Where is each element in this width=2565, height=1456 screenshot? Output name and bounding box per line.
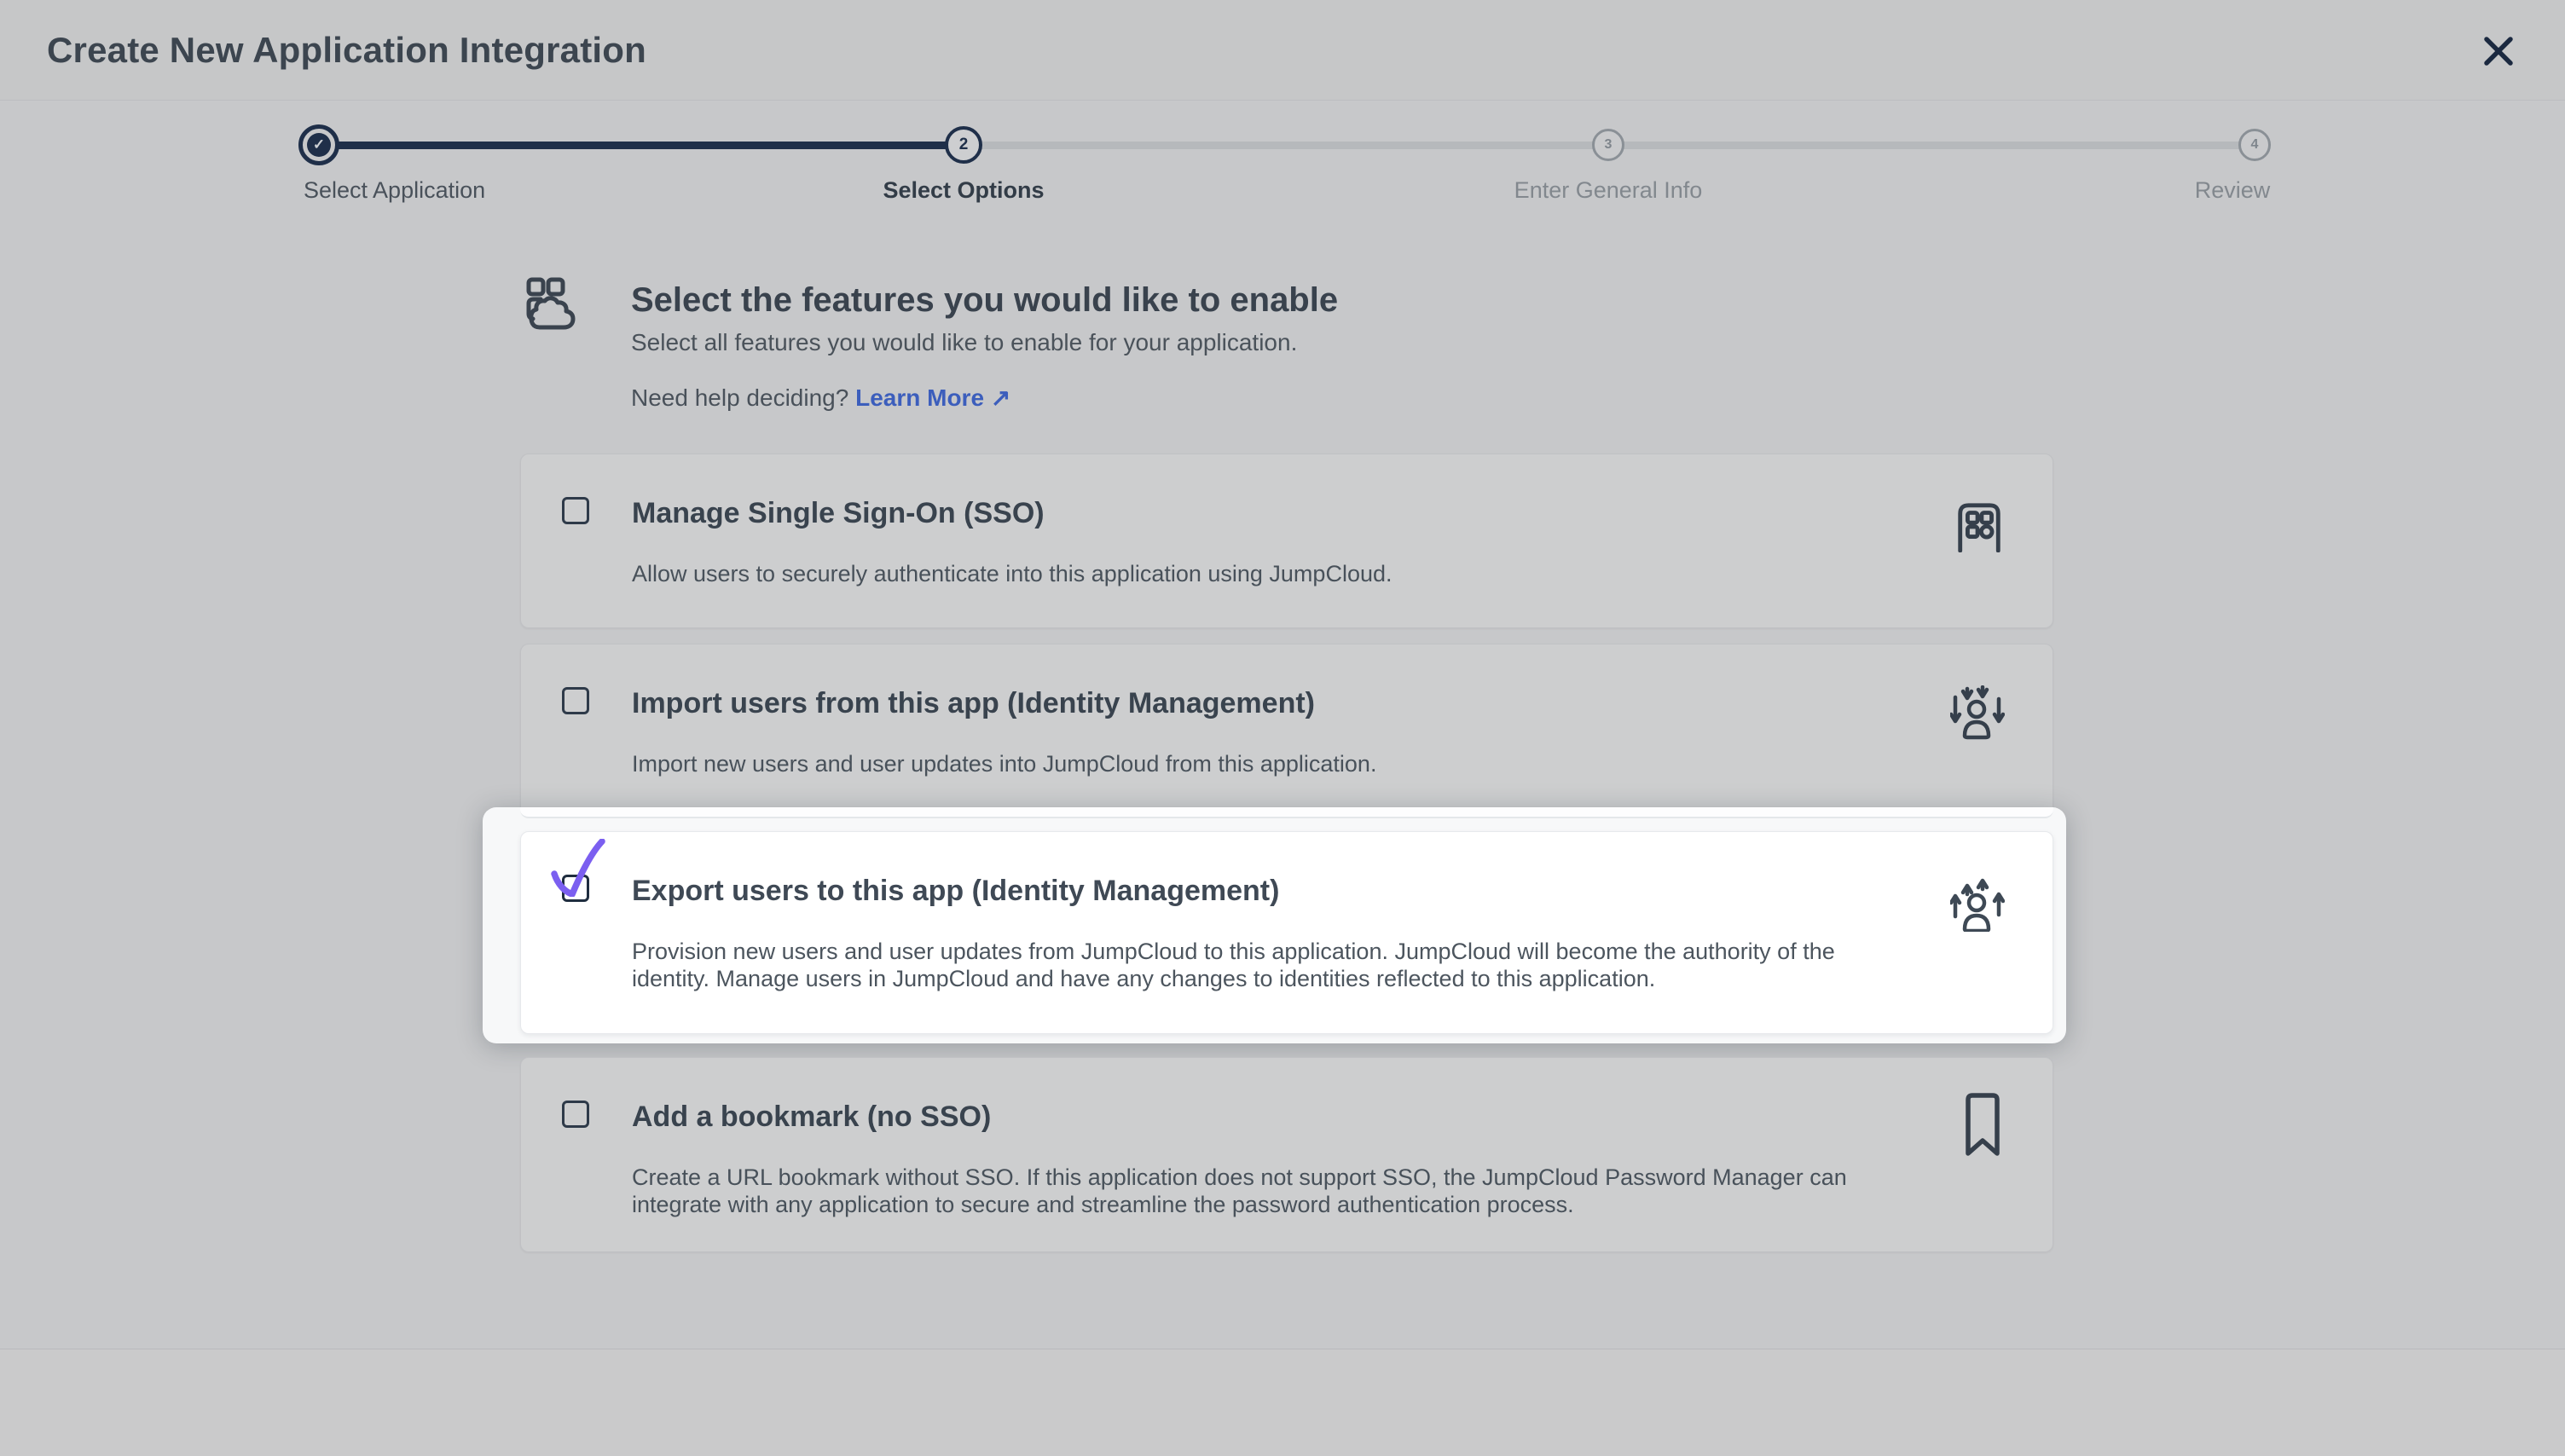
- learn-more-link[interactable]: Learn More: [855, 384, 984, 411]
- dialog-header: Create New Application Integration: [0, 0, 2565, 101]
- close-icon: [2481, 34, 2516, 68]
- feature-card-bookmark[interactable]: Add a bookmark (no SSO) Create a URL boo…: [520, 1057, 2053, 1252]
- step-label-select-application: Select Application: [304, 177, 485, 204]
- sso-checkbox[interactable]: [562, 497, 589, 524]
- export-users-icon: [1950, 877, 2005, 932]
- step-label-select-options: Select Options: [883, 177, 1044, 204]
- step-circle-select-options: 2: [945, 126, 982, 164]
- help-prompt: Need help deciding?: [631, 384, 855, 411]
- stepper-track-progress: [319, 142, 965, 149]
- tutorial-spotlight-export-card: Export users to this app (Identity Manag…: [483, 807, 2066, 1043]
- section-heading: Select the features you would like to en…: [631, 281, 1338, 320]
- feature-card-sso[interactable]: Manage Single Sign-On (SSO) Allow users …: [520, 454, 2053, 628]
- feature-description: Allow users to securely authenticate int…: [632, 560, 1393, 587]
- external-link-icon: ↗: [991, 384, 1010, 411]
- cloud-apps-icon: [525, 276, 576, 331]
- help-text: Need help deciding? Learn More ↗: [631, 384, 1010, 412]
- step-circle-enter-general-info: 3: [1592, 129, 1624, 161]
- step-circle-review: 4: [2238, 129, 2271, 161]
- feature-card-import-users[interactable]: Import users from this app (Identity Man…: [520, 644, 2053, 818]
- bookmark-checkbox[interactable]: [562, 1101, 589, 1128]
- import-users-icon: [1950, 685, 2005, 740]
- export-users-checkbox[interactable]: [562, 875, 589, 902]
- feature-title: Export users to this app (Identity Manag…: [632, 875, 1279, 908]
- import-users-checkbox[interactable]: [562, 687, 589, 714]
- sso-app-grid-icon: [1954, 500, 2005, 552]
- feature-description: Import new users and user updates into J…: [632, 750, 1376, 777]
- feature-description: Create a URL bookmark without SSO. If th…: [632, 1164, 1894, 1218]
- card-above-edge: [520, 807, 2053, 818]
- step-circle-select-application: ✓: [298, 124, 339, 165]
- step-label-review: Review: [2195, 177, 2271, 204]
- feature-card-export-users[interactable]: Export users to this app (Identity Manag…: [520, 831, 2053, 1034]
- dialog-footer: Cancel Back Next: [0, 1349, 2565, 1456]
- section-subheading: Select all features you would like to en…: [631, 329, 1297, 356]
- create-application-dialog: Create New Application Integration ✓ 2 3…: [0, 0, 2565, 1456]
- bookmark-icon: [1964, 1092, 2001, 1158]
- feature-title: Import users from this app (Identity Man…: [632, 687, 1315, 720]
- page-title: Create New Application Integration: [47, 30, 646, 71]
- feature-description: Provision new users and user updates fro…: [632, 938, 1894, 992]
- step-label-enter-general-info: Enter General Info: [1514, 177, 1703, 204]
- feature-title: Manage Single Sign-On (SSO): [632, 497, 1045, 530]
- feature-title: Add a bookmark (no SSO): [632, 1101, 991, 1134]
- step-complete-check-icon: ✓: [307, 133, 331, 157]
- close-button[interactable]: [2476, 29, 2521, 73]
